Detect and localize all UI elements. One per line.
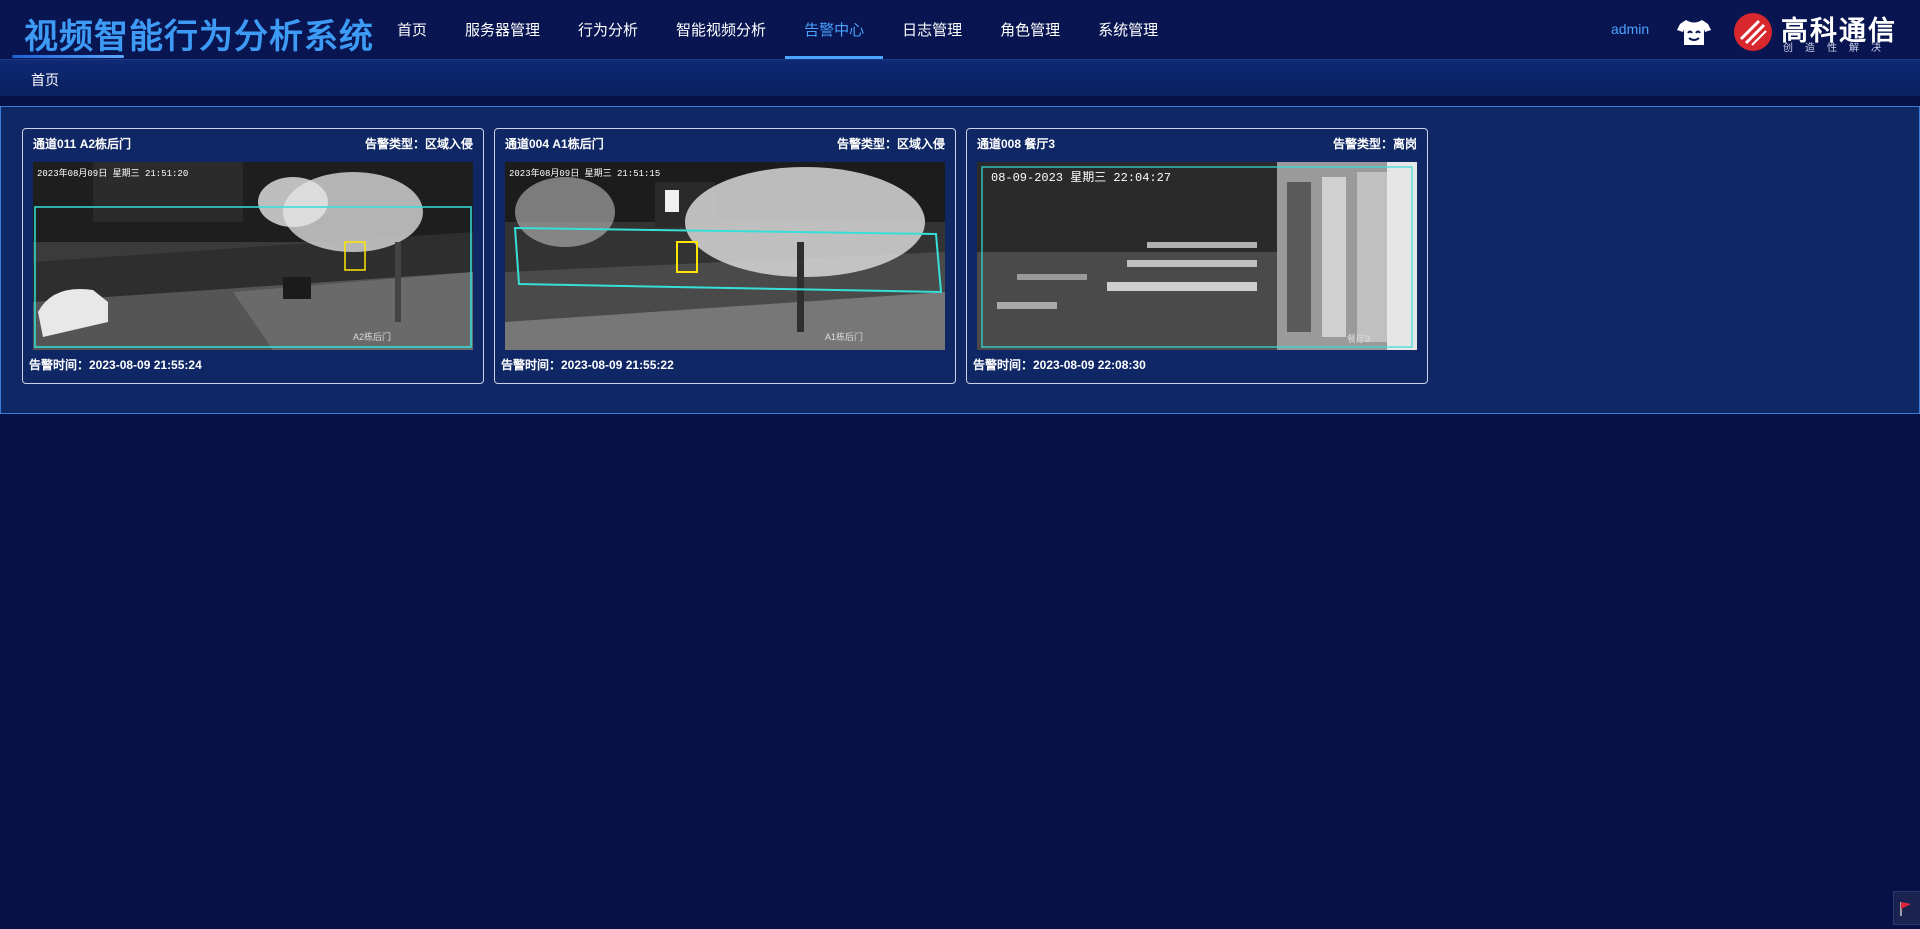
top-header: 视频智能行为分析系统 首页 服务器管理 行为分析 智能视频分析 告警中心 日志管… <box>0 0 1920 60</box>
snapshot-osd: 2023年08月09日 星期三 21:51:15 <box>509 167 660 179</box>
flag-icon[interactable] <box>1893 891 1920 925</box>
app-title: 视频智能行为分析系统 <box>24 17 374 57</box>
alert-type: 告警类型：区域入侵 <box>836 137 945 151</box>
alert-time: 告警时间：2023-08-09 22:08:30 <box>973 358 1146 372</box>
user-name[interactable]: admin <box>1611 21 1649 37</box>
brand-logo-icon <box>1734 13 1772 51</box>
brand-slogan: 创造性解决 <box>1783 43 1893 54</box>
nav-item-home[interactable]: 首页 <box>378 0 446 59</box>
theme-shirt-icon[interactable] <box>1676 17 1712 47</box>
nav-item-server-management[interactable]: 服务器管理 <box>446 0 559 59</box>
alert-snapshot[interactable]: 2023年08月09日 星期三 21:51:15 A1栋后门 <box>505 162 945 350</box>
alert-channel: 通道004 A1栋后门 <box>505 137 604 151</box>
breadcrumb-home[interactable]: 首页 <box>31 70 59 90</box>
title-underline <box>12 55 124 58</box>
nav-item-alarm-center[interactable]: 告警中心 <box>785 0 884 59</box>
alert-panel: 通道011 A2栋后门 告警类型：区域入侵 2023年08月09日 星期三 21… <box>0 106 1920 414</box>
nav-item-log-management[interactable]: 日志管理 <box>883 0 981 59</box>
nav-item-role-management[interactable]: 角色管理 <box>981 0 1079 59</box>
nav-item-system-management[interactable]: 系统管理 <box>1079 0 1177 59</box>
snapshot-camera-label: A2栋后门 <box>353 331 391 342</box>
breadcrumb-bar: 首页 <box>0 60 1920 96</box>
nav-item-behavior-analysis[interactable]: 行为分析 <box>559 0 657 59</box>
alert-snapshot[interactable]: 2023年08月09日 星期三 21:51:20 A2栋后门 <box>33 162 473 350</box>
nav-item-smart-video-analysis[interactable]: 智能视频分析 <box>657 0 785 59</box>
alert-card[interactable]: 通道004 A1栋后门 告警类型：区域入侵 2023年08月09日 星期三 21… <box>494 128 956 384</box>
alert-card-header: 通道004 A1栋后门 告警类型：区域入侵 <box>505 135 945 153</box>
alert-channel: 通道011 A2栋后门 <box>33 137 132 151</box>
alert-time: 告警时间：2023-08-09 21:55:24 <box>29 358 202 372</box>
alert-channel: 通道008 餐厅3 <box>977 137 1056 151</box>
alert-type: 告警类型：区域入侵 <box>364 137 473 151</box>
snapshot-osd: 08-09-2023 星期三 22:04:27 <box>991 170 1171 185</box>
main-nav: 首页 服务器管理 行为分析 智能视频分析 告警中心 日志管理 角色管理 系统管理 <box>378 0 1177 59</box>
alert-card-header: 通道008 餐厅3 告警类型：离岗 <box>977 135 1417 153</box>
alert-time: 告警时间：2023-08-09 21:55:22 <box>501 358 674 372</box>
alert-type: 告警类型：离岗 <box>1332 137 1417 151</box>
snapshot-camera-label: A1栋后门 <box>825 331 863 342</box>
alert-card[interactable]: 通道011 A2栋后门 告警类型：区域入侵 2023年08月09日 星期三 21… <box>22 128 484 384</box>
snapshot-camera-label: 餐厅3 <box>1347 333 1370 344</box>
snapshot-osd: 2023年08月09日 星期三 21:51:20 <box>37 167 188 179</box>
alert-snapshot[interactable]: 08-09-2023 星期三 22:04:27 餐厅3 <box>977 162 1417 350</box>
alert-card-header: 通道011 A2栋后门 告警类型：区域入侵 <box>33 135 473 153</box>
alert-card[interactable]: 通道008 餐厅3 告警类型：离岗 08-09-2023 星期三 22:04:2… <box>966 128 1428 384</box>
